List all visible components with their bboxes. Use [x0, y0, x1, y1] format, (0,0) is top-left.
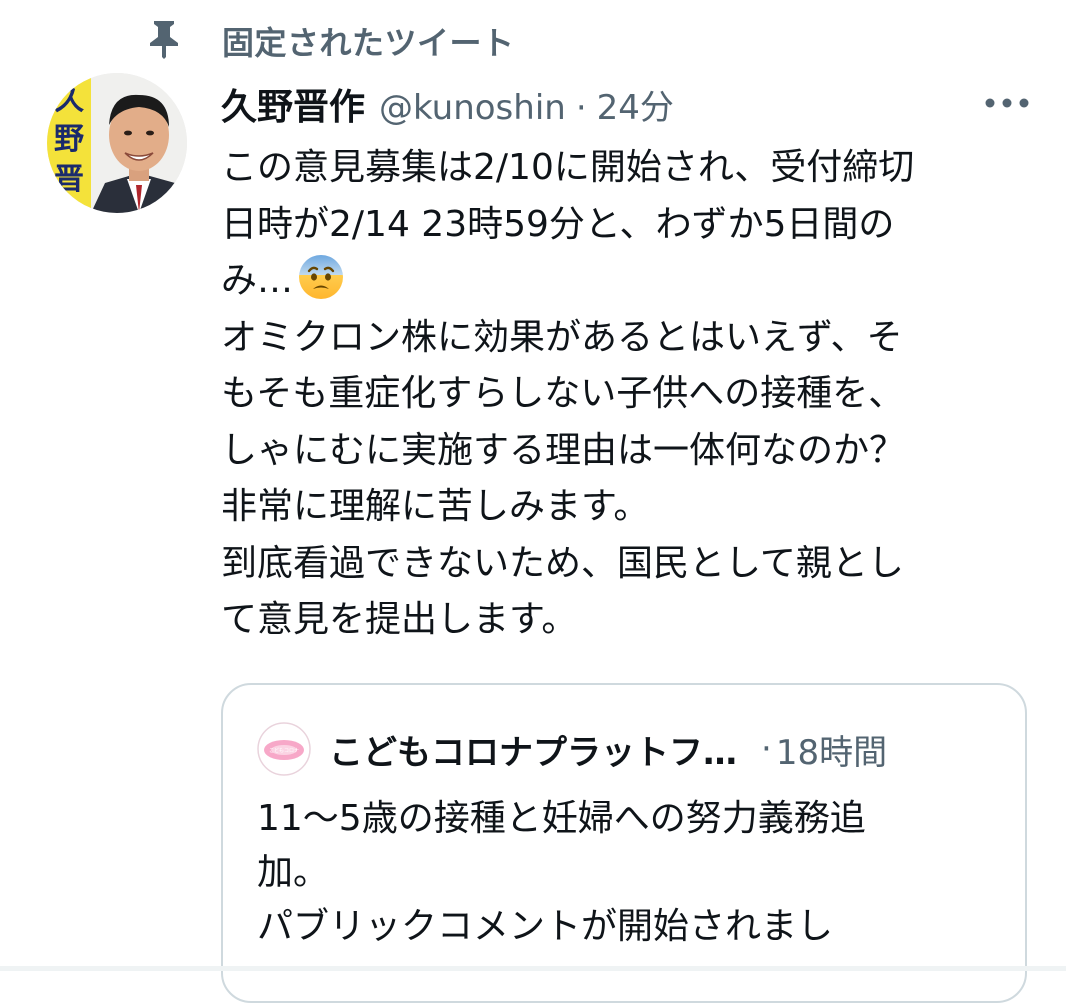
tweet-line: この意見募集は2/10に開始され、受付締切	[221, 147, 915, 188]
anxious-face-emoji	[299, 255, 344, 299]
quoted-tweet-line: 11〜5歳の接種と妊婦への努力義務追	[257, 798, 866, 839]
tweet-timestamp[interactable]: 24分	[597, 80, 674, 129]
quoted-avatar-text: こどもコロナ	[269, 747, 299, 754]
author-name[interactable]: 久野晋作	[221, 78, 365, 130]
tweet-text: この意見募集は2/10に開始され、受付締切 日時が2/14 23時59分と、わず…	[221, 140, 1021, 649]
bottom-divider	[0, 966, 1066, 971]
tweet-line: もそも重症化すらしない子供への接種を、	[221, 373, 905, 414]
quoted-tweet-timestamp[interactable]: 18時間	[776, 725, 887, 774]
avatar-banner-char-2: 野	[54, 122, 84, 157]
pinned-label: 固定されたツイート	[222, 24, 515, 62]
more-horizontal-icon[interactable]	[984, 96, 1030, 110]
avatar-banner-char-1: 久	[54, 82, 84, 117]
avatar-photo: 久 野 晋	[47, 73, 187, 213]
quoted-tweet-line: パブリックコメントが開始されまし	[257, 906, 834, 947]
tweet-line: 非常に理解に苦しみます。	[221, 486, 650, 527]
tweet-line: しゃにむに実施する理由は一体何なのか？	[221, 429, 906, 471]
avatar-banner-char-3: 晋	[54, 162, 84, 197]
tweet-line: み…	[221, 260, 294, 301]
quoted-author-avatar[interactable]: こどもコロナ	[257, 722, 311, 776]
quoted-author-name[interactable]: こどもコロナプラットフ…	[329, 725, 737, 774]
tweet-line: て意見を提出します。	[221, 599, 578, 640]
author-avatar[interactable]: 久 野 晋	[47, 73, 187, 213]
tweet-line: 到底看過できないため、国民として親とし	[221, 542, 904, 584]
quoted-tweet-line: 加。	[257, 852, 330, 893]
author-handle[interactable]: @kunoshin	[379, 88, 566, 128]
quoted-tweet-text: 11〜5歳の接種と妊婦への努力義務追 加。 パブリックコメントが開始されまし	[257, 792, 997, 954]
tweet-line-with-emoji: み…	[221, 253, 1021, 310]
tweet-header: 久野晋作 @kunoshin · 24分	[221, 78, 674, 128]
quoted-header-separator: ·	[761, 729, 772, 769]
pinned-indicator: 固定されたツイート	[146, 14, 514, 64]
quoted-tweet-card[interactable]: こどもコロナ こどもコロナプラットフ… · 18時間 11〜5歳の接種と妊婦への…	[221, 683, 1027, 1003]
quoted-tweet-header: こどもコロナ こどもコロナプラットフ… · 18時間	[257, 719, 887, 779]
pin-icon	[150, 21, 178, 59]
header-separator: ·	[575, 88, 587, 128]
tweet-line: 日時が2/14 23時59分と、わずか5日間の	[221, 203, 895, 245]
tweet-line: オミクロン株に効果があるとはいえず、そ	[221, 316, 903, 358]
